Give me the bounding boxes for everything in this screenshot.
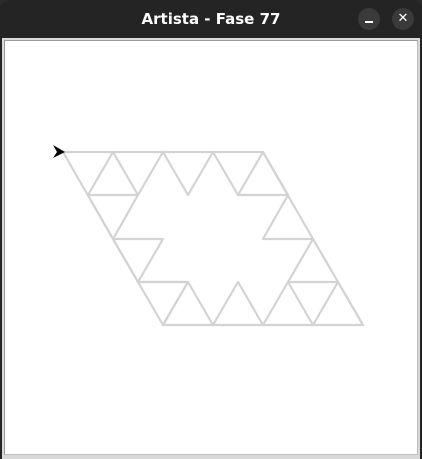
arrowhead-cursor-icon (53, 145, 65, 158)
pattern-top-triangle-2 (161, 150, 265, 197)
app-window: Artista - Fase 77 ✕ (0, 0, 422, 459)
close-button[interactable]: ✕ (392, 8, 414, 30)
title-bar[interactable]: Artista - Fase 77 ✕ (0, 0, 422, 38)
pattern-left-triangle (86, 193, 115, 241)
pattern-bottom-triangle-1 (161, 280, 265, 327)
drawing-canvas[interactable] (4, 40, 418, 455)
pattern-right-triangle-upper (261, 193, 315, 241)
pattern-top-triangle-1 (86, 150, 140, 197)
minimize-button[interactable] (358, 8, 380, 30)
turtle-drawing (53, 145, 365, 327)
pattern-left-middle (111, 237, 165, 284)
minimize-icon (365, 21, 373, 23)
window-client-area (2, 38, 420, 459)
pattern-right-triangle-lower (286, 237, 315, 284)
close-icon: ✕ (397, 11, 409, 26)
pattern-top-right-triangle (236, 150, 290, 197)
pattern-bottom-triangle-2 (261, 280, 365, 327)
